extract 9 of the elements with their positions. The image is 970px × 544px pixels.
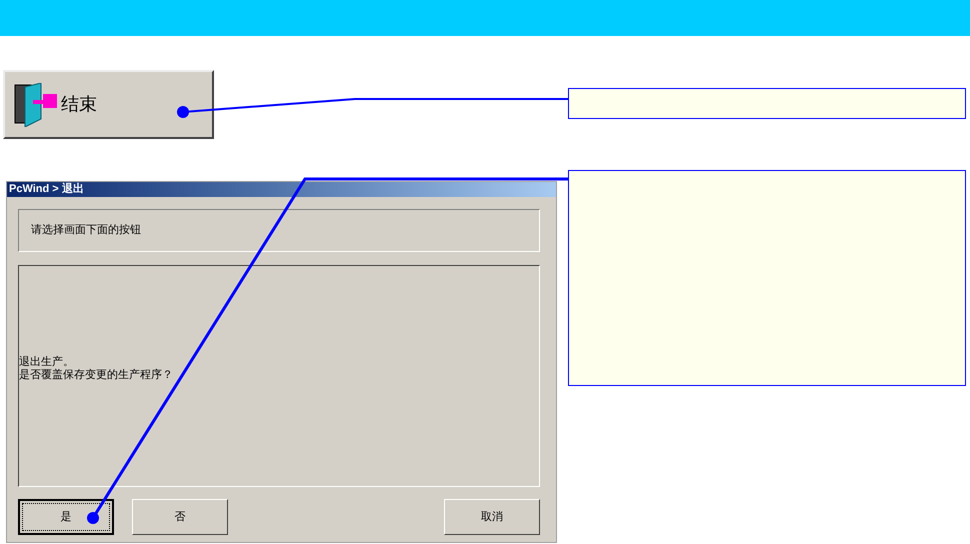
dialog-button[interactable]: 是 (18, 499, 114, 535)
dialog-button[interactable]: 取消 (444, 499, 540, 535)
window-title: PcWind > 退出 (7, 182, 556, 197)
door-icon (13, 82, 59, 126)
dialog-button[interactable]: 否 (132, 499, 228, 535)
prompt-text: 请选择画面下面的按钮 (31, 223, 141, 238)
message-text: 退出生产。 (19, 356, 74, 368)
message-text: 是否覆盖保存变更的生产程序？ (19, 369, 173, 382)
exit-button[interactable]: 结束 (3, 70, 214, 139)
